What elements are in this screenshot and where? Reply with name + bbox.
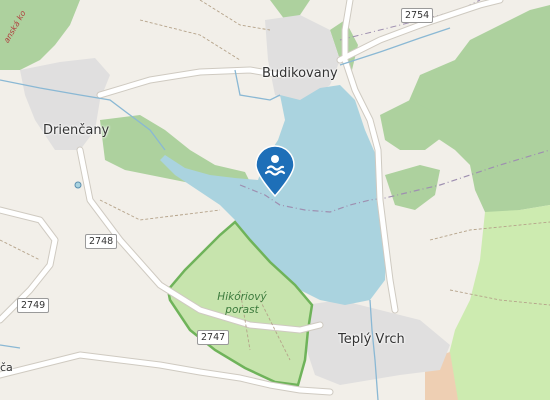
nature-reserve-label-line1: Hikóriový [217, 291, 267, 303]
swimming-icon [255, 145, 295, 198]
road-shield-2754: 2754 [401, 8, 434, 23]
place-label-budikovany[interactable]: Budikovany [262, 66, 338, 81]
map-view[interactable]: Budikovany Drienčany Teplý Vrch ča anská… [0, 0, 550, 400]
map-base-layer [0, 0, 550, 400]
road-shield-2747: 2747 [197, 330, 230, 345]
road-shield-2748: 2748 [85, 234, 118, 249]
road-shield-2749: 2749 [17, 298, 50, 313]
village-pond [74, 181, 82, 189]
place-label-teply-vrch[interactable]: Teplý Vrch [338, 332, 405, 347]
place-label-driencany[interactable]: Drienčany [43, 123, 109, 138]
nature-reserve-label-line2: porast [225, 304, 259, 316]
place-label-partial-bottom-left[interactable]: ča [0, 361, 13, 374]
swimming-location-marker[interactable] [253, 145, 297, 198]
nature-reserve-label: Hikóriový porast [210, 291, 274, 317]
